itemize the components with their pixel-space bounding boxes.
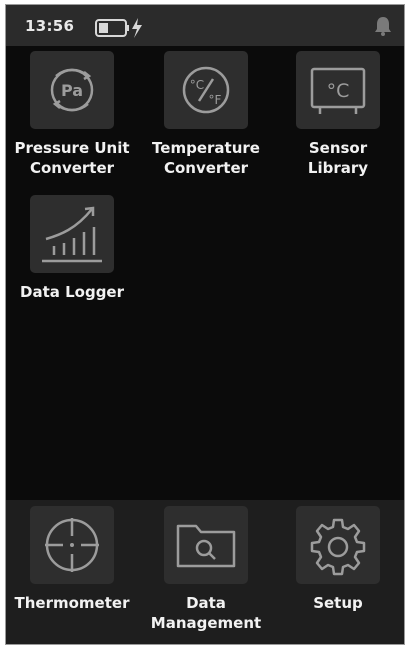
gear-icon: [296, 506, 380, 584]
app-label-line1: Temperature: [152, 139, 260, 157]
bottom-dock: Thermometer Data Management Setup: [6, 500, 404, 644]
pressure-pa-icon: Pa: [30, 51, 114, 129]
app-label-line1: Data: [186, 594, 226, 612]
pa-text: Pa: [61, 81, 83, 100]
bell-icon[interactable]: [372, 15, 394, 37]
sensor-c-text: °C: [327, 80, 350, 102]
app-label-line1: Thermometer: [14, 594, 130, 612]
folder-search-icon: [164, 506, 248, 584]
app-label-line2: Library: [307, 159, 369, 177]
app-label-line1: Setup: [313, 594, 363, 612]
crosshair-icon: [30, 506, 114, 584]
app-label: Data Logger: [6, 282, 142, 302]
app-label-line2: Converter: [29, 159, 115, 177]
app-label-line1: Data Logger: [20, 283, 124, 301]
deg-c-text: °C: [190, 78, 204, 92]
status-bar: 13:56: [6, 5, 404, 46]
battery-charging-icon: [94, 17, 146, 39]
app-label: Sensor Library: [268, 138, 404, 178]
app-label: Data Management: [136, 593, 276, 633]
rising-chart-icon: [30, 195, 114, 273]
clock-time: 13:56: [25, 17, 75, 35]
app-label-line1: Sensor: [308, 139, 368, 157]
app-label: Temperature Converter: [136, 138, 276, 178]
app-label-line2: Management: [150, 614, 262, 632]
deg-f-text: °F: [209, 93, 222, 107]
temperature-convert-icon: °C °F: [164, 51, 248, 129]
sensor-celsius-icon: °C: [296, 51, 380, 129]
app-label-line2: Converter: [163, 159, 249, 177]
app-label: Pressure Unit Converter: [6, 138, 142, 178]
app-label-line1: Pressure Unit: [14, 139, 130, 157]
app-label: Thermometer: [6, 593, 142, 613]
device-screen: 13:56 Pa Pressure Unit Converter °C °F T…: [5, 4, 405, 645]
app-label: Setup: [268, 593, 404, 613]
